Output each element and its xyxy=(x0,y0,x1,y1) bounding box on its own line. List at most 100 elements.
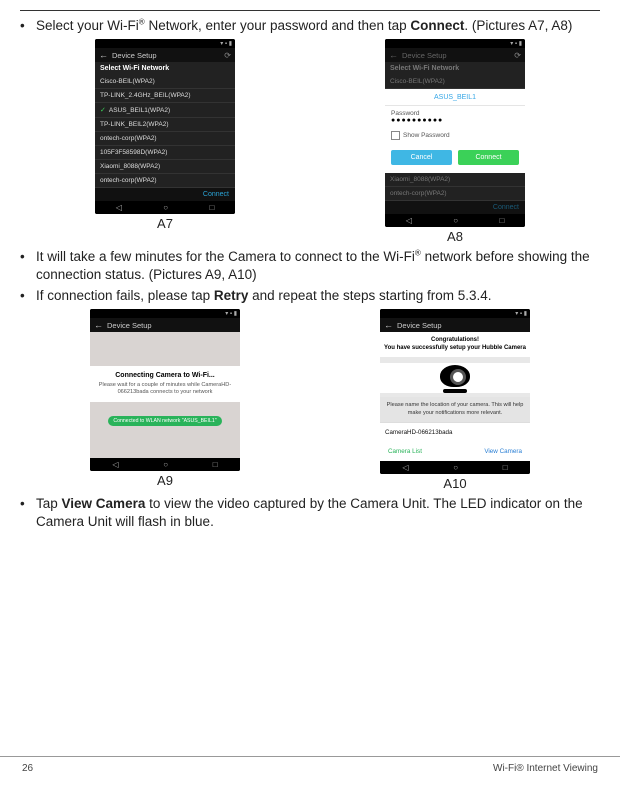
view-camera-button[interactable]: View Camera xyxy=(484,448,522,455)
nav-recent-icon[interactable]: □ xyxy=(209,203,214,212)
wifi-row[interactable]: ontech-corp(WPA2) xyxy=(95,132,235,146)
page-footer: 26 Wi-Fi® Internet Viewing xyxy=(0,756,620,774)
wifi-row[interactable]: Cisco-BEIL(WPA2) xyxy=(95,75,235,89)
status-bar: ▾ ▪ ▮ xyxy=(95,39,235,48)
wifi-row-selected[interactable]: ASUS_BEIL1(WPA2) xyxy=(95,103,235,118)
android-navbar: ◁ ○ □ xyxy=(90,458,240,471)
screen-title: Device Setup xyxy=(107,321,152,330)
instruction-text: It will take a few minutes for the Camer… xyxy=(36,248,600,284)
connecting-message: Connecting Camera to Wi-Fi... Please wai… xyxy=(90,366,240,403)
phone-mock: ▾ ▪ ▮ ← Device Setup Connecting Camera to… xyxy=(90,309,240,472)
instruction-item: • Tap View Camera to view the video capt… xyxy=(20,495,600,531)
instruction-text: If connection fails, please tap Retry an… xyxy=(36,287,600,305)
figure-a9: ▾ ▪ ▮ ← Device Setup Connecting Camera to… xyxy=(90,309,240,493)
instruction-text: Tap View Camera to view the video captur… xyxy=(36,495,600,531)
wifi-row[interactable]: ontech-corp(WPA2) xyxy=(95,174,235,188)
screen-title: Device Setup xyxy=(402,51,447,60)
panel-title: Select Wi-Fi Network xyxy=(95,62,235,75)
password-field[interactable]: Password ●●●●●●●●●● xyxy=(385,106,525,128)
screenshot-row-2: ▾ ▪ ▮ ← Device Setup Connecting Camera to… xyxy=(20,309,600,493)
android-navbar: ◁ ○ □ xyxy=(380,461,530,474)
password-dialog: ASUS_BEIL1 Password ●●●●●●●●●● Show Pass… xyxy=(385,89,525,173)
android-navbar: ◁ ○ □ xyxy=(385,214,525,227)
screen-title: Device Setup xyxy=(397,321,442,330)
nav-back-icon[interactable]: ◁ xyxy=(406,216,412,225)
top-rule xyxy=(20,10,600,11)
figure-caption: A10 xyxy=(380,476,530,491)
connect-footer[interactable]: Connect xyxy=(95,188,235,201)
success-heading: Congratulations! You have successfully s… xyxy=(380,332,530,358)
bullet-icon: • xyxy=(20,287,36,305)
success-panel: Congratulations! You have successfully s… xyxy=(380,332,530,461)
connecting-heading: Connecting Camera to Wi-Fi... xyxy=(94,372,236,379)
show-password-row[interactable]: Show Password xyxy=(385,128,525,146)
section-title: Wi-Fi® Internet Viewing xyxy=(493,763,598,774)
screenshot-row-1: ▾ ▪ ▮ ← Device Setup ⟳ Select Wi-Fi Netwo… xyxy=(20,39,600,246)
instruction-text: Select your Wi-Fi® Network, enter your p… xyxy=(36,17,600,35)
back-icon: ← xyxy=(384,320,393,330)
app-bar: ← Device Setup xyxy=(380,318,530,332)
android-navbar: ◁ ○ □ xyxy=(95,201,235,214)
figure-a7: ▾ ▪ ▮ ←Device Setup ⟳ Select Wi-Fi Netwo… xyxy=(95,39,235,246)
bullet-icon: • xyxy=(20,248,36,284)
nav-recent-icon[interactable]: □ xyxy=(213,460,218,469)
wifi-row[interactable]: 105F3F58598D(WPA2) xyxy=(95,146,235,160)
app-bar: ← Device Setup ⟳ xyxy=(385,48,525,62)
connected-badge: Connected to WLAN network "ASUS_BEIL1" xyxy=(108,416,221,426)
success-actions: Camera List View Camera xyxy=(380,442,530,461)
nav-recent-icon[interactable]: □ xyxy=(499,216,504,225)
app-bar: ← Device Setup xyxy=(90,318,240,332)
cancel-button[interactable]: Cancel xyxy=(391,150,452,165)
nav-back-icon[interactable]: ◁ xyxy=(402,463,408,472)
instruction-list: • It will take a few minutes for the Cam… xyxy=(20,248,600,305)
checkbox-icon[interactable] xyxy=(391,131,400,140)
dialog-buttons: Cancel Connect xyxy=(385,146,525,173)
dialog-title: ASUS_BEIL1 xyxy=(385,89,525,106)
instruction-list: • Tap View Camera to view the video capt… xyxy=(20,495,600,531)
figure-a8: ▾ ▪ ▮ ← Device Setup ⟳ Select Wi-Fi Netwo… xyxy=(385,39,525,246)
panel-title: Select Wi-Fi Network xyxy=(385,62,525,75)
nav-back-icon[interactable]: ◁ xyxy=(112,460,118,469)
phone-mock: ▾ ▪ ▮ ← Device Setup ⟳ Select Wi-Fi Netwo… xyxy=(385,39,525,227)
back-icon: ← xyxy=(389,50,398,60)
camera-list-button[interactable]: Camera List xyxy=(388,448,422,455)
connect-footer: Connect xyxy=(385,201,525,214)
wifi-row-dim: Xiaomi_8088(WPA2) xyxy=(385,173,525,187)
nav-home-icon[interactable]: ○ xyxy=(453,463,458,472)
screen-title: Device Setup xyxy=(112,51,157,60)
instruction-item: • It will take a few minutes for the Cam… xyxy=(20,248,600,284)
figure-a10: ▾ ▪ ▮ ← Device Setup Congratulations! You… xyxy=(380,309,530,493)
wifi-row[interactable]: TP-LINK_BEIL2(WPA2) xyxy=(95,118,235,132)
password-value: ●●●●●●●●●● xyxy=(391,117,519,124)
app-bar: ←Device Setup ⟳ xyxy=(95,48,235,62)
nav-home-icon[interactable]: ○ xyxy=(453,216,458,225)
status-bar: ▾ ▪ ▮ xyxy=(90,309,240,318)
instruction-item: • If connection fails, please tap Retry … xyxy=(20,287,600,305)
camera-icon xyxy=(438,363,472,393)
back-icon: ← xyxy=(94,320,103,330)
instruction-list: • Select your Wi-Fi® Network, enter your… xyxy=(20,17,600,35)
wifi-row[interactable]: TP-LINK_2.4GHz_BEIL(WPA2) xyxy=(95,89,235,103)
nav-home-icon[interactable]: ○ xyxy=(163,203,168,212)
figure-caption: A9 xyxy=(90,473,240,488)
dimmed-bg: Cisco-BEIL(WPA2) ASUS_BEIL1 Password ●●●… xyxy=(385,75,525,201)
camera-name-field[interactable]: CameraHD-066213bada xyxy=(380,422,530,442)
connecting-body: Please wait for a couple of minutes whil… xyxy=(94,382,236,397)
nav-recent-icon[interactable]: □ xyxy=(503,463,508,472)
phone-mock: ▾ ▪ ▮ ← Device Setup Congratulations! You… xyxy=(380,309,530,474)
connect-button[interactable]: Connect xyxy=(458,150,519,165)
bullet-icon: • xyxy=(20,495,36,531)
manual-page: • Select your Wi-Fi® Network, enter your… xyxy=(0,0,620,786)
password-label: Password xyxy=(391,110,519,117)
instruction-item: • Select your Wi-Fi® Network, enter your… xyxy=(20,17,600,35)
refresh-icon: ⟳ xyxy=(224,51,231,60)
refresh-icon: ⟳ xyxy=(514,51,521,60)
status-bar: ▾ ▪ ▮ xyxy=(380,309,530,318)
status-bar: ▾ ▪ ▮ xyxy=(385,39,525,48)
figure-caption: A7 xyxy=(95,216,235,231)
page-number: 26 xyxy=(22,763,33,774)
nav-home-icon[interactable]: ○ xyxy=(163,460,168,469)
nav-back-icon[interactable]: ◁ xyxy=(116,203,122,212)
wifi-row[interactable]: Xiaomi_8088(WPA2) xyxy=(95,160,235,174)
bullet-icon: • xyxy=(20,17,36,35)
